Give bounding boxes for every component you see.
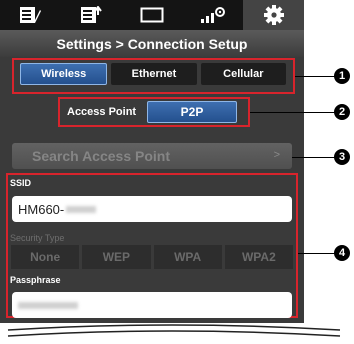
tab-settings[interactable] (243, 0, 304, 30)
app-screen: Settings > Connection Setup Wireless Eth… (0, 0, 304, 323)
edit-list-icon (20, 7, 42, 23)
callout-line-2 (250, 112, 337, 113)
tab-ethernet[interactable]: Ethernet (111, 63, 197, 85)
tab-edit-list[interactable] (0, 0, 61, 30)
callout-line-3 (292, 157, 337, 158)
search-access-point-label: Search Access Point (32, 148, 170, 164)
clip-upload-icon (81, 6, 102, 23)
callout-1: 1 (334, 68, 350, 84)
ssid-label: SSID (10, 178, 32, 188)
chevron-right-icon: > (273, 149, 280, 161)
security-type-selector: None WEP WPA WPA2 (11, 245, 293, 269)
p2p-button[interactable]: P2P (147, 101, 237, 123)
security-type-label: Security Type (10, 233, 65, 243)
access-point-label[interactable]: Access Point (67, 106, 147, 118)
camera-settings-icon (200, 7, 225, 23)
callout-line-1 (295, 76, 337, 77)
callout-2: 2 (334, 104, 350, 120)
security-wpa-button[interactable]: WPA (153, 245, 222, 269)
tab-camera-settings[interactable] (182, 0, 243, 30)
callout-3: 3 (334, 149, 350, 165)
passphrase-redacted (18, 301, 78, 309)
wireless-mode-row: Access Point P2P (61, 101, 247, 123)
callout-4: 4 (334, 245, 350, 261)
callout-line-4 (298, 253, 337, 254)
passphrase-label: Passphrase (10, 275, 61, 285)
page-cut-divider (7, 324, 341, 337)
top-tab-bar (0, 0, 304, 30)
tab-clip-upload[interactable] (61, 0, 122, 30)
monitor-icon (140, 7, 164, 23)
gear-icon (263, 5, 284, 25)
page-title: Settings > Connection Setup (0, 30, 304, 57)
ssid-redacted (66, 205, 97, 213)
tab-cellular[interactable]: Cellular (200, 63, 286, 85)
tab-monitor[interactable] (122, 0, 183, 30)
ssid-value: HM660- (18, 201, 65, 217)
search-access-point-button[interactable]: Search Access Point > (12, 143, 292, 169)
connection-type-selector: Wireless Ethernet Cellular (20, 63, 286, 85)
passphrase-field[interactable] (12, 292, 292, 318)
security-wep-button[interactable]: WEP (82, 245, 151, 269)
tab-wireless[interactable]: Wireless (20, 63, 108, 85)
ssid-field[interactable]: HM660- (12, 196, 292, 222)
security-wpa2-button[interactable]: WPA2 (224, 245, 293, 269)
security-none-button[interactable]: None (11, 245, 80, 269)
